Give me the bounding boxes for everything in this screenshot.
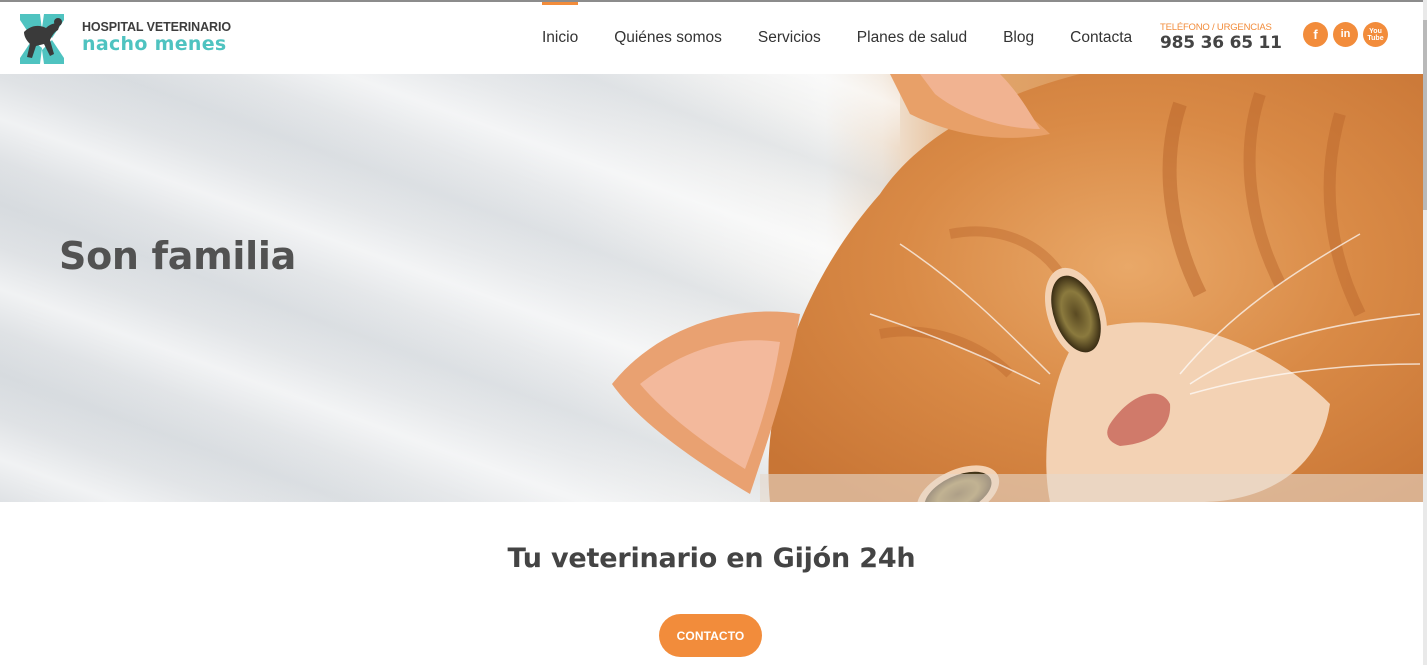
nav-item-inicio[interactable]: Inicio (524, 2, 596, 74)
scrollbar-thumb[interactable] (1423, 20, 1427, 210)
youtube-icon[interactable]: You Tube (1363, 22, 1388, 47)
facebook-icon[interactable]: f (1303, 22, 1328, 47)
linkedin-icon[interactable]: in (1333, 22, 1358, 47)
section-title: Tu veterinario en Gijón 24h (507, 543, 916, 574)
phone-label: TELÉFONO / URGENCIAS (1160, 22, 1272, 33)
main-nav: Inicio Quiénes somos Servicios Planes de… (524, 2, 1150, 74)
hero-banner: Son familia (0, 74, 1423, 502)
phone-number[interactable]: 985 36 65 11 (1160, 33, 1282, 53)
nav-item-planes-de-salud[interactable]: Planes de salud (839, 2, 985, 74)
vet-logo-icon (20, 14, 64, 64)
nav-item-blog[interactable]: Blog (985, 2, 1052, 74)
contact-button[interactable]: CONTACTO (659, 614, 762, 657)
logo-title: HOSPITAL VETERINARIO (82, 20, 231, 34)
logo-name: nacho menes (82, 33, 227, 55)
orange-cat-photo (612, 74, 1423, 502)
phone-block: TELÉFONO / URGENCIAS 985 36 65 11 (1160, 22, 1282, 53)
hero-title: Son familia (59, 234, 296, 278)
page-scrollbar[interactable] (1423, 0, 1427, 665)
nav-item-servicios[interactable]: Servicios (740, 2, 839, 74)
nav-item-contacta[interactable]: Contacta (1052, 2, 1150, 74)
social-links: f in You Tube (1303, 22, 1388, 47)
site-logo[interactable]: HOSPITAL VETERINARIO nacho menes (14, 10, 234, 68)
site-header: HOSPITAL VETERINARIO nacho menes Inicio … (0, 2, 1423, 74)
nav-item-quienes-somos[interactable]: Quiénes somos (596, 2, 740, 74)
